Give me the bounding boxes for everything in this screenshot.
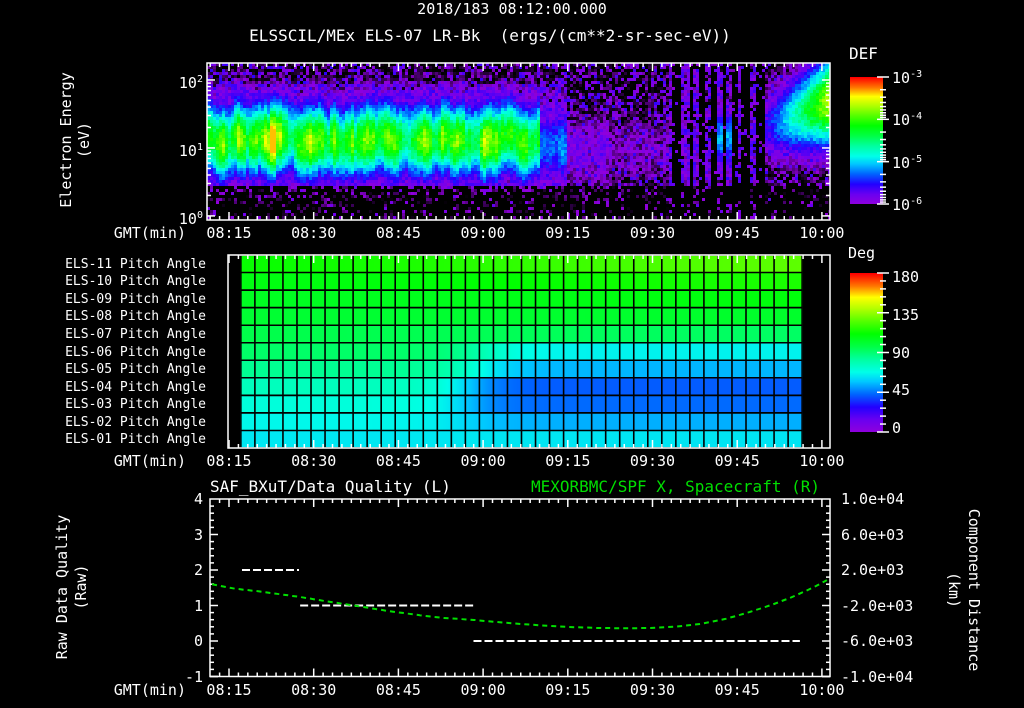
colorbar-deg-title: Deg: [848, 244, 876, 262]
quality-ytick-right-1: 6.0e+03: [841, 525, 905, 544]
def-cbtick-10e-6: 10-6: [892, 196, 923, 214]
time-label-spectrogram-2: 08:45: [375, 224, 421, 242]
spec-ytick-10e0: 100: [178, 209, 203, 228]
title-instrument: ELSSCIL/MEx ELS-07 LR-Bk (ergs/(cm**2-sr…: [249, 26, 731, 45]
time-label-spectrogram-1: 08:30: [291, 224, 337, 242]
time-label-pitch-1: 08:30: [291, 452, 337, 470]
quality-ytick-left--1: -1: [184, 667, 203, 686]
deg-cbtick-0: 0: [892, 419, 902, 437]
time-label-spectrogram-3: 09:00: [460, 224, 506, 242]
def-cbtick-10e-5: 10-5: [892, 153, 923, 172]
row-label-els-2: ELS-02 Pitch Angle: [65, 414, 206, 430]
distance-y-axis-label: Component Distance: [965, 508, 983, 672]
row-label-els-8: ELS-08 Pitch Angle: [65, 309, 206, 325]
time-label-pitch-4: 09:15: [545, 452, 591, 470]
distance-y-axis-units: (km): [945, 571, 963, 609]
def-cbtick-10e-4: 10-4: [892, 111, 923, 130]
quality-ytick-left-1: 1: [193, 596, 203, 615]
deg-cbtick-135: 135: [892, 305, 920, 324]
row-label-els-7: ELS-07 Pitch Angle: [65, 326, 206, 342]
time-label-pitch-6: 09:45: [714, 452, 760, 470]
spectrogram-y-axis-label: Electron Energy: [57, 72, 75, 208]
quality-ytick-right-4: -6.0e+03: [841, 632, 914, 650]
time-label-quality-2: 08:45: [375, 681, 421, 699]
spec-ytick-10e1: 101: [178, 141, 203, 160]
spec-ytick-10e2-exponent: 2: [196, 73, 203, 85]
colorbar-def-title: DEF: [849, 44, 878, 63]
quality-ytick-left-4: 4: [193, 490, 203, 508]
def-cbtick-10e-3-exponent: -3: [910, 69, 923, 80]
quality-ytick-right-0: 1.0e+04: [841, 490, 905, 508]
deg-cbtick-90: 90: [892, 343, 911, 362]
time-label-spectrogram-5: 09:30: [629, 224, 676, 242]
time-label-spectrogram-7: 10:00: [799, 224, 845, 242]
time-label-pitch-0: 08:15: [206, 452, 252, 470]
deg-cbtick-180: 180: [892, 268, 920, 286]
def-cbtick-10e-4-exponent: -4: [910, 111, 923, 123]
time-label-pitch-5: 09:30: [629, 452, 676, 470]
plot-screen: 2018/183 08:12:00.000 ELSSCIL/MEx ELS-07…: [0, 0, 1024, 708]
time-label-pitch-7: 10:00: [799, 452, 845, 470]
quality-title-right: MEXORBMC/SPF X, Spacecraft (R): [531, 477, 820, 496]
time-label-quality-4: 09:15: [545, 681, 591, 699]
spectrogram-y-axis-units: (eV): [75, 121, 93, 159]
spec-ytick-10e1-exponent: 1: [196, 141, 203, 153]
row-label-els-4: ELS-04 Pitch Angle: [65, 379, 206, 395]
row-label-els-1: ELS-01 Pitch Angle: [65, 432, 206, 448]
time-label-quality-6: 09:45: [714, 681, 760, 699]
row-label-els-3: ELS-03 Pitch Angle: [65, 397, 206, 413]
row-label-els-11: ELS-11 Pitch Angle: [65, 256, 206, 272]
time-label-pitch-2: 08:45: [375, 452, 421, 470]
row-label-els-10: ELS-10 Pitch Angle: [65, 274, 206, 290]
row-label-els-9: ELS-09 Pitch Angle: [65, 291, 206, 307]
def-cbtick-10e-6-exponent: -6: [910, 196, 923, 207]
spec-ytick-10e0-exponent: 0: [196, 209, 203, 221]
deg-cbtick-45: 45: [892, 381, 911, 400]
quality-y-axis-units: (Raw): [72, 564, 90, 610]
quality-ytick-left-3: 3: [193, 525, 203, 544]
quality-ytick-right-3: -2.0e+03: [841, 596, 914, 615]
title-datetime: 2018/183 08:12:00.000: [417, 0, 607, 18]
time-label-pitch-3: 09:00: [460, 452, 506, 470]
gmt-label-pitch: GMT(min): [113, 452, 186, 470]
quality-ytick-right-5: -1.0e+04: [841, 667, 914, 686]
quality-title-left: SAF_BXuT/Data Quality (L): [210, 477, 451, 496]
row-label-els-5: ELS-05 Pitch Angle: [65, 362, 206, 378]
spec-ytick-10e2: 102: [178, 73, 203, 92]
quality-ytick-right-2: 2.0e+03: [841, 561, 905, 579]
quality-y-axis-label: Raw Data Quality: [53, 514, 71, 660]
quality-ytick-left-0: 0: [193, 632, 203, 650]
time-label-quality-1: 08:30: [291, 681, 337, 699]
quality-ytick-left-2: 2: [193, 561, 203, 579]
time-label-spectrogram-4: 09:15: [545, 224, 591, 242]
time-label-quality-5: 09:30: [629, 681, 676, 699]
def-cbtick-10e-3: 10-3: [892, 69, 923, 87]
time-label-spectrogram-6: 09:45: [714, 224, 760, 242]
def-cbtick-10e-5-exponent: -5: [910, 153, 923, 165]
row-label-els-6: ELS-06 Pitch Angle: [65, 344, 206, 360]
time-label-quality-3: 09:00: [460, 681, 506, 699]
